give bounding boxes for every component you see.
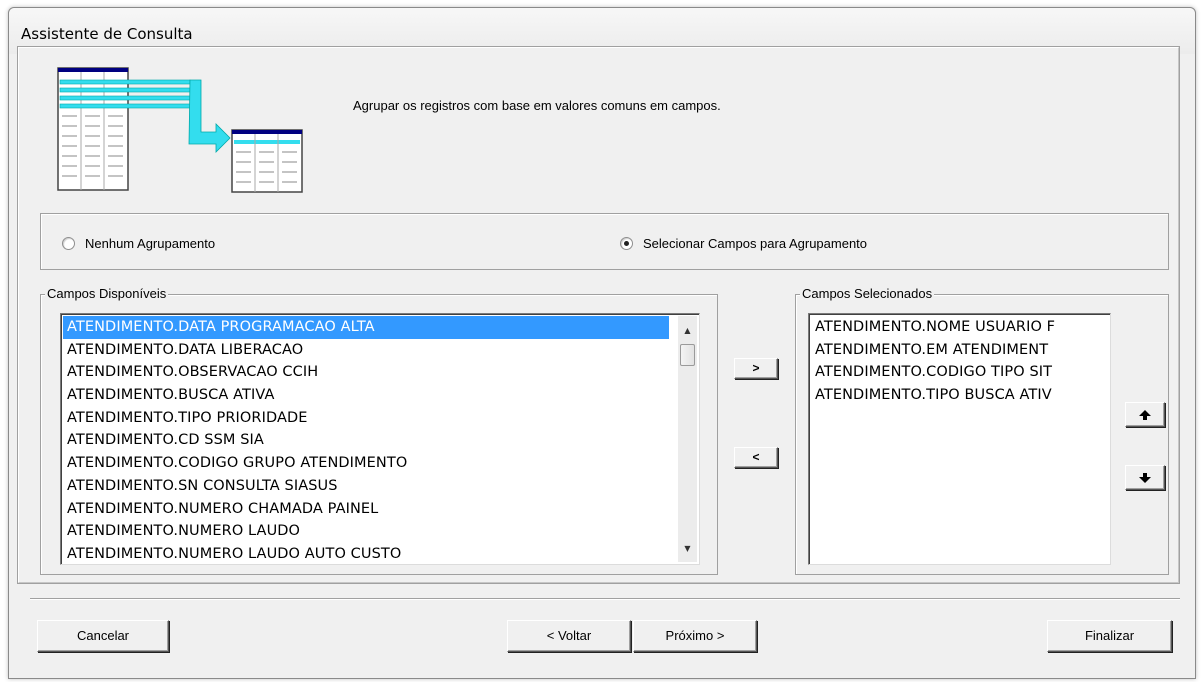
selected-field-item[interactable]: ATENDIMENTO.NOME USUARIO F xyxy=(811,316,1110,339)
selected-field-item[interactable]: ATENDIMENTO.CODIGO TIPO SIT xyxy=(811,361,1110,384)
footer-separator xyxy=(30,598,1180,600)
available-field-item[interactable]: ATENDIMENTO.DATA PROGRAMACAO ALTA xyxy=(63,316,669,339)
available-field-item[interactable]: ATENDIMENTO.CODIGO GRUPO ATENDIMENTO xyxy=(63,452,669,475)
step-description: Agrupar os registros com base em valores… xyxy=(353,98,721,113)
selected-field-item[interactable]: ATENDIMENTO.TIPO BUSCA ATIV xyxy=(811,384,1110,407)
move-down-button[interactable] xyxy=(1125,465,1165,490)
cancel-button[interactable]: Cancelar xyxy=(37,620,169,652)
available-fields-legend: Campos Disponíveis xyxy=(45,286,169,302)
finish-button[interactable]: Finalizar xyxy=(1047,620,1172,652)
scroll-thumb[interactable] xyxy=(680,344,695,366)
available-field-item[interactable]: ATENDIMENTO.CD SSM SIA xyxy=(63,429,669,452)
available-field-item[interactable]: ATENDIMENTO.BUSCA ATIVA xyxy=(63,384,669,407)
selected-fields-list[interactable]: ATENDIMENTO.NOME USUARIO F ATENDIMENTO.EM… xyxy=(808,313,1111,565)
radio-select-grouping-label: Selecionar Campos para Agrupamento xyxy=(643,236,868,251)
available-field-item[interactable]: ATENDIMENTO.SN CONSULTA SIASUS xyxy=(63,475,669,498)
next-button[interactable]: Próximo > xyxy=(633,620,757,652)
available-fields-scrollbar[interactable]: ▲ ▼ xyxy=(678,316,697,562)
radio-no-grouping-label: Nenhum Agrupamento xyxy=(85,236,216,251)
available-field-item[interactable]: ATENDIMENTO.DATA LIBERACAO xyxy=(63,339,669,362)
window-title: Assistente de Consulta xyxy=(21,25,193,43)
available-fields-list[interactable]: ATENDIMENTO.DATA PROGRAMACAO ALTA ATENDIM… xyxy=(60,313,700,565)
available-field-item[interactable]: ATENDIMENTO.TIPO PRIORIDADE xyxy=(63,407,669,430)
selected-field-item[interactable]: ATENDIMENTO.EM ATENDIMENT xyxy=(811,339,1110,362)
radio-checked-icon xyxy=(620,237,633,250)
move-up-button[interactable] xyxy=(1125,402,1165,427)
scroll-down-icon[interactable]: ▼ xyxy=(678,540,697,558)
arrow-up-icon xyxy=(1139,410,1151,420)
remove-field-button[interactable]: < xyxy=(734,447,778,468)
available-field-item[interactable]: ATENDIMENTO.NUMERO CHAMADA PAINEL xyxy=(63,498,669,521)
available-field-item[interactable]: ATENDIMENTO.NUMERO LAUDO xyxy=(63,520,669,543)
back-button[interactable]: < Voltar xyxy=(507,620,631,652)
table-grouping-illustration-icon xyxy=(57,67,303,193)
radio-no-grouping[interactable]: Nenhum Agrupamento xyxy=(62,236,215,251)
available-field-item[interactable]: ATENDIMENTO.OBSERVACAO CCIH xyxy=(63,361,669,384)
radio-select-grouping-fields[interactable]: Selecionar Campos para Agrupamento xyxy=(620,236,867,251)
radio-unchecked-icon xyxy=(62,237,75,250)
scroll-up-icon[interactable]: ▲ xyxy=(678,322,697,340)
arrow-down-icon xyxy=(1139,473,1151,483)
add-field-button[interactable]: > xyxy=(734,358,778,379)
selected-fields-legend: Campos Selecionados xyxy=(800,286,935,302)
available-field-item[interactable]: ATENDIMENTO.NUMERO LAUDO AUTO CUSTO xyxy=(63,543,669,564)
